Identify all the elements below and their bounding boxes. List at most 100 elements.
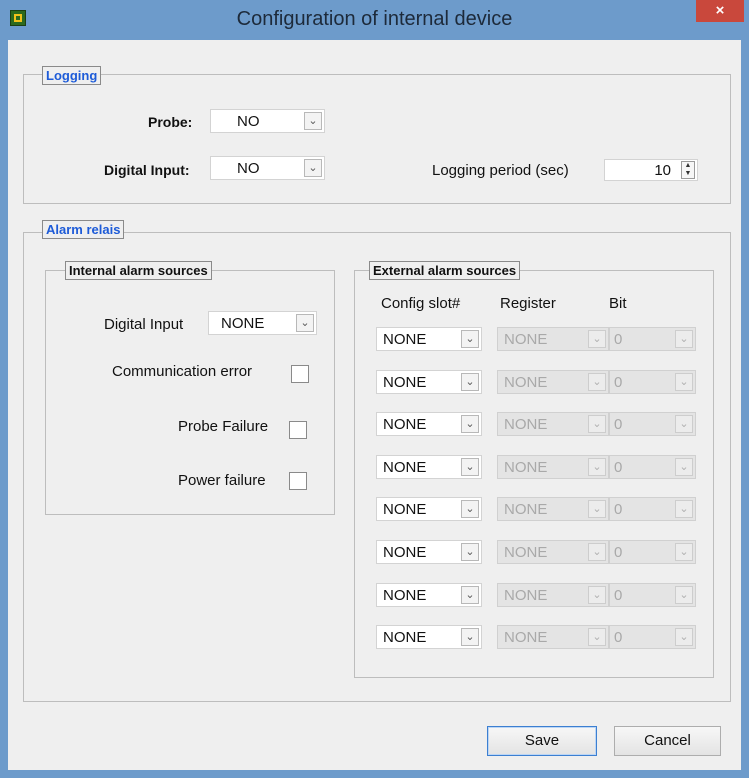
logging-period-input[interactable]: 10 ▲ ▼ [604, 159, 698, 181]
external-alarm-group-label: External alarm sources [369, 261, 521, 280]
chevron-down-icon: ⌄ [675, 500, 693, 518]
internal-digital-input-label: Digital Input [104, 316, 184, 333]
col-config-slot-header: Config slot# [381, 295, 461, 312]
chevron-down-icon: ⌄ [675, 415, 693, 433]
logging-period-value: 10 [654, 162, 671, 179]
register-dropdown-value: NONE [504, 416, 548, 433]
bit-dropdown: 0 ⌄ [609, 412, 696, 436]
chevron-down-icon[interactable]: ⌄ [461, 586, 479, 604]
chevron-down-icon[interactable]: ⌄ [461, 458, 479, 476]
config-slot-dropdown-value: NONE [383, 459, 427, 476]
config-slot-dropdown[interactable]: NONE ⌄ [376, 412, 482, 436]
probe-value: NO [237, 113, 260, 130]
register-dropdown: NONE ⌄ [497, 625, 609, 649]
config-slot-dropdown[interactable]: NONE ⌄ [376, 540, 482, 564]
chevron-down-icon: ⌄ [675, 330, 693, 348]
bit-dropdown-value: 0 [614, 629, 623, 646]
communication-error-label: Communication error [112, 363, 253, 380]
config-slot-dropdown[interactable]: NONE ⌄ [376, 370, 482, 394]
communication-error-checkbox[interactable] [291, 365, 309, 383]
probe-label: Probe: [148, 114, 193, 130]
logging-group-label: Logging [42, 66, 102, 85]
chevron-down-icon[interactable]: ⌄ [461, 543, 479, 561]
config-slot-dropdown-value: NONE [383, 629, 427, 646]
register-dropdown: NONE ⌄ [497, 327, 609, 351]
chevron-down-icon[interactable]: ⌄ [304, 112, 322, 130]
probe-failure-checkbox[interactable] [289, 421, 307, 439]
chevron-down-icon: ⌄ [588, 458, 606, 476]
config-slot-dropdown[interactable]: NONE ⌄ [376, 583, 482, 607]
register-dropdown: NONE ⌄ [497, 540, 609, 564]
register-dropdown: NONE ⌄ [497, 455, 609, 479]
register-dropdown: NONE ⌄ [497, 583, 609, 607]
chevron-down-icon: ⌄ [675, 458, 693, 476]
bit-dropdown-value: 0 [614, 459, 623, 476]
register-dropdown-value: NONE [504, 374, 548, 391]
logging-period-label: Logging period (sec) [432, 162, 569, 179]
probe-dropdown[interactable]: NO ⌄ [210, 109, 325, 133]
register-dropdown: NONE ⌄ [497, 370, 609, 394]
digital-input-label: Digital Input: [104, 162, 190, 178]
dialog-window: Configuration of internal device × Loggi… [0, 0, 749, 778]
chevron-down-icon: ⌄ [675, 543, 693, 561]
title-bar[interactable]: Configuration of internal device × [0, 0, 749, 40]
config-slot-dropdown[interactable]: NONE ⌄ [376, 455, 482, 479]
chevron-down-icon[interactable]: ⌄ [296, 314, 314, 332]
bit-dropdown: 0 ⌄ [609, 583, 696, 607]
save-button[interactable]: Save [487, 726, 597, 756]
config-slot-dropdown[interactable]: NONE ⌄ [376, 327, 482, 351]
chevron-down-icon: ⌄ [588, 628, 606, 646]
bit-dropdown: 0 ⌄ [609, 497, 696, 521]
bit-dropdown: 0 ⌄ [609, 327, 696, 351]
config-slot-dropdown-value: NONE [383, 416, 427, 433]
chevron-down-icon: ⌄ [588, 330, 606, 348]
config-slot-dropdown-value: NONE [383, 374, 427, 391]
chevron-down-icon[interactable]: ⌄ [304, 159, 322, 177]
config-slot-dropdown-value: NONE [383, 501, 427, 518]
bit-dropdown-value: 0 [614, 374, 623, 391]
config-slot-dropdown-value: NONE [383, 331, 427, 348]
config-slot-dropdown-value: NONE [383, 587, 427, 604]
chevron-down-icon: ⌄ [675, 586, 693, 604]
digital-input-value: NO [237, 160, 260, 177]
chevron-down-icon: ⌄ [588, 586, 606, 604]
chevron-down-icon: ⌄ [588, 415, 606, 433]
bit-dropdown-value: 0 [614, 544, 623, 561]
cancel-button[interactable]: Cancel [614, 726, 721, 756]
chevron-down-icon: ⌄ [675, 628, 693, 646]
bit-dropdown-value: 0 [614, 331, 623, 348]
dialog-body: Logging Probe: NO ⌄ Digital Input: NO ⌄ … [8, 40, 741, 770]
close-button[interactable]: × [696, 0, 744, 22]
config-slot-dropdown[interactable]: NONE ⌄ [376, 625, 482, 649]
register-dropdown: NONE ⌄ [497, 412, 609, 436]
bit-dropdown: 0 ⌄ [609, 370, 696, 394]
register-dropdown-value: NONE [504, 501, 548, 518]
config-slot-dropdown[interactable]: NONE ⌄ [376, 497, 482, 521]
internal-digital-input-value: NONE [221, 315, 265, 332]
chevron-down-icon[interactable]: ⌄ [461, 628, 479, 646]
probe-failure-label: Probe Failure [178, 418, 269, 435]
register-dropdown-value: NONE [504, 459, 548, 476]
config-slot-dropdown-value: NONE [383, 544, 427, 561]
chevron-down-icon: ⌄ [588, 543, 606, 561]
chevron-down-icon: ⌄ [588, 500, 606, 518]
chevron-down-icon[interactable]: ⌄ [461, 415, 479, 433]
chevron-down-icon: ⌄ [588, 373, 606, 391]
logging-group [23, 74, 731, 204]
power-failure-checkbox[interactable] [289, 472, 307, 490]
bit-dropdown-value: 0 [614, 416, 623, 433]
internal-digital-input-dropdown[interactable]: NONE ⌄ [208, 311, 317, 335]
power-failure-label: Power failure [178, 472, 266, 489]
register-dropdown-value: NONE [504, 587, 548, 604]
alarm-relais-group-label: Alarm relais [42, 220, 125, 239]
chevron-down-icon[interactable]: ⌄ [461, 330, 479, 348]
bit-dropdown: 0 ⌄ [609, 455, 696, 479]
col-bit-header: Bit [609, 295, 627, 312]
chevron-down-icon[interactable]: ⌄ [461, 500, 479, 518]
spin-updown-icon[interactable]: ▲ ▼ [681, 161, 695, 179]
register-dropdown-value: NONE [504, 331, 548, 348]
col-register-header: Register [500, 295, 556, 312]
bit-dropdown: 0 ⌄ [609, 540, 696, 564]
digital-input-dropdown[interactable]: NO ⌄ [210, 156, 325, 180]
chevron-down-icon[interactable]: ⌄ [461, 373, 479, 391]
